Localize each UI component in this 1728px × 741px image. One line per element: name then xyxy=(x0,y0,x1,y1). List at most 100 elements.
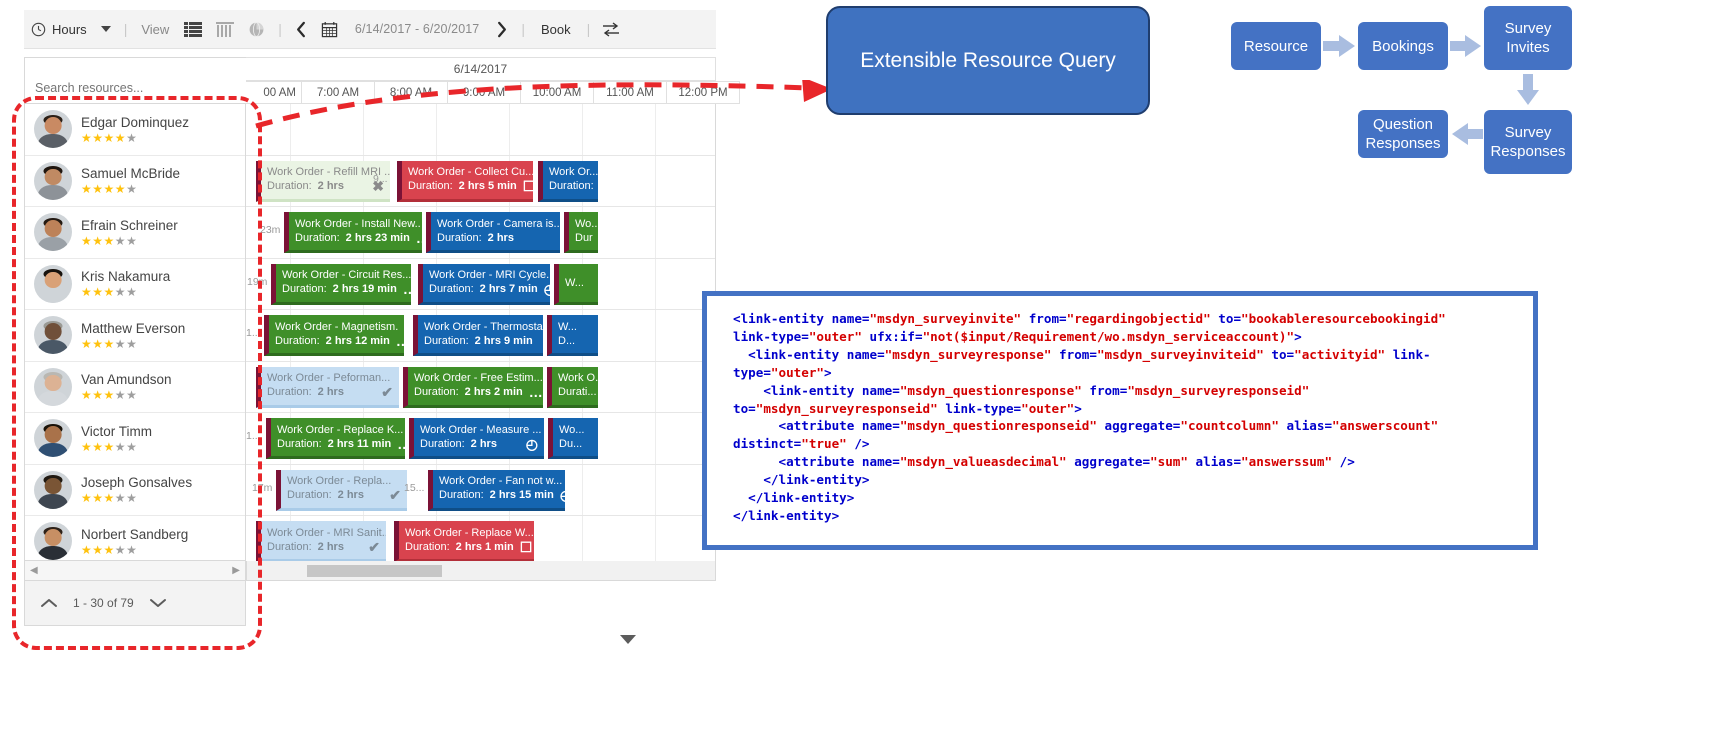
timeline-hour-header: 00 AM7:00 AM8:00 AM9:00 AM10:00 AM11:00 … xyxy=(246,81,716,104)
booking-card[interactable]: Work Order - Thermosta...Duration:2 hrs … xyxy=(413,315,543,356)
code-token: "outer" xyxy=(771,365,824,380)
booking-duration-label: Duration: xyxy=(267,179,312,194)
swap-icon xyxy=(603,22,619,37)
list-view-button[interactable] xyxy=(177,10,209,48)
booking-card[interactable]: Work Order - Replace W...Duration:2 hrs … xyxy=(394,521,534,561)
booking-card[interactable]: Work Order - MRI Cycle...Duration:2 hrs … xyxy=(418,264,550,305)
booking-duration: Duration:2 hrs◴ xyxy=(420,437,540,452)
booking-title: Work Order - MRI Cycle... xyxy=(429,268,546,282)
booking-card[interactable]: Wo...Dur xyxy=(564,212,598,253)
code-token: > xyxy=(1074,401,1082,416)
booking-card[interactable]: Work Or...Duration: xyxy=(538,161,598,202)
booking-card[interactable]: Wo...Du... xyxy=(548,418,598,459)
booking-duration-value: 2 hrs 7 min xyxy=(480,282,538,297)
booking-card[interactable]: W...D... xyxy=(547,315,598,356)
globe-view-button[interactable] xyxy=(241,10,272,48)
booking-edge-label: 9... xyxy=(373,173,388,185)
booking-card[interactable]: Work Order - MRI Sanit...Duration:2 hrs✔ xyxy=(256,521,386,561)
booking-duration-label: Duration: xyxy=(420,437,465,452)
grid-row[interactable]: 1...Work Order - Magnetism.Duration:2 hr… xyxy=(246,310,715,362)
booking-title: Work Order - Measure ... xyxy=(420,423,540,437)
flow-label-bookings: Bookings xyxy=(1372,37,1434,56)
scroll-right-icon[interactable]: ▶ xyxy=(232,565,240,576)
hour-cell: 12:00 PM xyxy=(667,81,740,104)
grid-row[interactable]: Work Order - Peforman...Duration:2 hrs✔W… xyxy=(246,362,715,414)
code-token: /> xyxy=(1332,454,1355,469)
globe-view-icon xyxy=(248,21,265,38)
resource-row[interactable]: Joseph Gonsalves★★★★★ xyxy=(25,465,245,517)
booking-duration: Duration:2 hrs 15 min◴ xyxy=(439,488,561,503)
booking-card[interactable]: W... xyxy=(554,264,598,305)
next-arrow-icon xyxy=(496,21,508,38)
next-period-button[interactable] xyxy=(489,10,515,48)
booking-duration: Duration:2 hrs✖ xyxy=(267,179,386,194)
booking-card[interactable]: Work Order - Collect Cu...Duration:2 hrs… xyxy=(397,161,533,202)
resource-row[interactable]: Norbert Sandberg★★★★★ xyxy=(25,516,245,561)
resource-list[interactable]: Edgar Dominquez★★★★★Samuel McBride★★★★★E… xyxy=(24,104,246,561)
resource-list-scrollbar[interactable]: ◀ ▶ xyxy=(24,561,246,581)
booking-grid[interactable]: Work Order - Refill MRI ...Duration:2 hr… xyxy=(246,104,716,561)
booking-card[interactable]: Work Order - Peforman...Duration:2 hrs✔ xyxy=(256,367,399,408)
booking-card[interactable]: Work Order - Free Estim...Duration:2 hrs… xyxy=(403,367,543,408)
scheduler-header: 6/14/2017 00 AM7:00 AM8:00 AM9:00 AM10:0… xyxy=(24,57,716,104)
search-input[interactable] xyxy=(33,77,242,99)
grid-row[interactable]: 1... Work Order - Replace K...Duration:2 … xyxy=(246,413,715,465)
grid-row[interactable]: 17mWork Order - Repla...Duration:2 hrs✔1… xyxy=(246,465,715,517)
booking-duration-value: 2 hrs 23 min xyxy=(346,231,410,246)
timeline-date-header: 6/14/2017 xyxy=(246,57,716,81)
grid-row[interactable]: 23mWork Order - Install New..Duration:2 … xyxy=(246,207,715,259)
code-token: "msdyn_questionresponse" xyxy=(900,383,1082,398)
scroll-left-icon[interactable]: ◀ xyxy=(30,565,38,576)
booking-card[interactable]: Work Order - Measure ...Duration:2 hrs◴ xyxy=(409,418,544,459)
code-token: ufx:if= xyxy=(862,329,923,344)
resource-row[interactable]: Efrain Schreiner★★★★★ xyxy=(25,207,245,259)
resource-row[interactable]: Matthew Everson★★★★★ xyxy=(25,310,245,362)
pager-down-button[interactable] xyxy=(148,597,168,609)
grid-row[interactable]: 19mWork Order - Circuit Res...Duration:2… xyxy=(246,259,715,311)
pager-up-button[interactable] xyxy=(39,597,59,609)
grid-horizontal-scrollbar[interactable] xyxy=(246,561,716,581)
booking-card[interactable]: Work Order - Refill MRI ...Duration:2 hr… xyxy=(256,161,390,202)
booking-card[interactable]: Work Order - Magnetism.Duration:2 hrs 12… xyxy=(264,315,404,356)
collapse-caret-icon[interactable] xyxy=(620,635,636,644)
booking-duration: D... xyxy=(558,334,594,349)
booking-card[interactable]: Work Order - Replace K...Duration:2 hrs … xyxy=(266,418,405,459)
calendar-icon xyxy=(321,21,338,38)
resource-row[interactable]: Kris Nakamura★★★★★ xyxy=(25,259,245,311)
booking-card[interactable]: Work Order - Camera is...Duration:2 hrs xyxy=(426,212,560,253)
booking-edge-label: 1... xyxy=(246,430,261,442)
calendar-picker-button[interactable] xyxy=(314,10,345,48)
resource-row[interactable]: Van Amundson★★★★★ xyxy=(25,362,245,414)
column-view-button[interactable] xyxy=(209,10,241,48)
booking-card[interactable]: Work Order - Fan not w...Duration:2 hrs … xyxy=(428,470,565,511)
hours-dropdown[interactable]: Hours xyxy=(24,10,118,48)
resource-row[interactable]: Victor Timm★★★★★ xyxy=(25,413,245,465)
booking-duration: Du... xyxy=(559,437,594,452)
booking-status-icon: ◴ xyxy=(544,282,550,297)
booking-card[interactable]: Work Order - Circuit Res...Duration:2 hr… xyxy=(271,264,411,305)
hour-cell: 00 AM xyxy=(246,81,302,104)
booking-title: W... xyxy=(558,320,594,334)
book-button[interactable]: Book xyxy=(531,22,581,37)
grid-row[interactable]: Work Order - Refill MRI ...Duration:2 hr… xyxy=(246,156,715,208)
booking-card[interactable]: Work Order - Repla...Duration:2 hrs✔ xyxy=(276,470,407,511)
grid-row[interactable]: Work Order - MRI Sanit...Duration:2 hrs✔… xyxy=(246,516,715,561)
scheduler-toolbar: Hours | View xyxy=(24,10,716,49)
previous-period-button[interactable] xyxy=(288,10,314,48)
grid-scroll-thumb[interactable] xyxy=(307,565,442,577)
scheduler-board: Hours | View xyxy=(0,0,716,664)
grid-row[interactable] xyxy=(246,104,715,156)
chevron-down-icon[interactable] xyxy=(101,26,111,32)
booking-duration: Duration:2 hrs 7 min◴ xyxy=(429,282,546,297)
resource-name: Norbert Sandberg xyxy=(81,527,188,543)
code-token: </link-entity> xyxy=(733,472,870,487)
resource-row[interactable]: Edgar Dominquez★★★★★ xyxy=(25,104,245,156)
booking-card[interactable]: Work O...Durati... xyxy=(547,367,598,408)
booking-card[interactable]: Work Order - Install New..Duration:2 hrs… xyxy=(284,212,422,253)
resource-row[interactable]: Samuel McBride★★★★★ xyxy=(25,156,245,208)
swap-button[interactable] xyxy=(596,10,626,48)
search-resources-box[interactable] xyxy=(24,57,246,104)
booking-title: Work Order - Install New.. xyxy=(295,217,418,231)
rating-stars: ★★★★★ xyxy=(81,389,172,401)
booking-duration: Duration:2 hrs 23 min… xyxy=(295,231,418,246)
